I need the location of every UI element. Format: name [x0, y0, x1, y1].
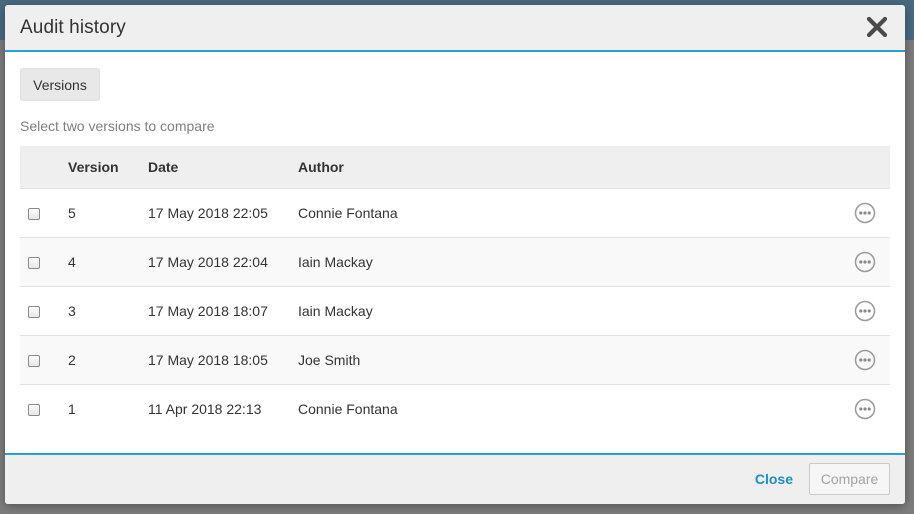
- close-button[interactable]: Close: [755, 471, 793, 487]
- versions-button[interactable]: Versions: [20, 68, 100, 101]
- compare-button[interactable]: Compare: [809, 463, 890, 495]
- row-date: 17 May 2018 22:05: [148, 204, 268, 221]
- header-date[interactable]: Date: [148, 146, 298, 188]
- table-row: 4 17 May 2018 22:04 Iain Mackay: [20, 237, 890, 286]
- header-author[interactable]: Author: [298, 146, 840, 188]
- header-version[interactable]: Version: [68, 146, 148, 188]
- row-author: Joe Smith: [298, 351, 361, 368]
- row-date: 17 May 2018 18:07: [148, 302, 268, 319]
- row-version: 3: [68, 302, 76, 319]
- close-icon[interactable]: [865, 15, 889, 39]
- row-select-checkbox[interactable]: [28, 404, 40, 417]
- row-version: 2: [68, 351, 76, 368]
- row-author: Connie Fontana: [298, 400, 398, 417]
- row-select-checkbox[interactable]: [28, 354, 40, 367]
- dialog-title: Audit history: [20, 17, 126, 38]
- header-actions: [840, 146, 890, 188]
- table-header-row: Version Date Author: [20, 146, 890, 188]
- more-options-icon[interactable]: [854, 202, 876, 224]
- table-row: 1 11 Apr 2018 22:13 Connie Fontana: [20, 384, 890, 433]
- row-author: Connie Fontana: [298, 204, 398, 221]
- row-version: 5: [68, 204, 76, 221]
- more-options-icon[interactable]: [854, 398, 876, 420]
- table-row: 2 17 May 2018 18:05 Joe Smith: [20, 335, 890, 384]
- versions-table: Version Date Author 5 17 May 2018 22:05 …: [20, 146, 890, 433]
- row-author: Iain Mackay: [298, 253, 373, 270]
- row-date: 17 May 2018 22:04: [148, 253, 268, 270]
- row-date: 17 May 2018 18:05: [148, 351, 268, 368]
- dialog-footer: Close Compare: [5, 453, 905, 504]
- more-options-icon[interactable]: [854, 300, 876, 322]
- table-row: 3 17 May 2018 18:07 Iain Mackay: [20, 286, 890, 335]
- row-version: 1: [68, 400, 76, 417]
- more-options-icon[interactable]: [854, 349, 876, 371]
- audit-history-dialog: Audit history Versions Select two versio…: [5, 5, 905, 504]
- row-select-checkbox[interactable]: [28, 305, 40, 318]
- more-options-icon[interactable]: [854, 251, 876, 273]
- row-version: 4: [68, 253, 76, 270]
- compare-hint: Select two versions to compare: [20, 118, 215, 134]
- row-author: Iain Mackay: [298, 302, 373, 319]
- row-date: 11 Apr 2018 22:13: [148, 400, 262, 417]
- table-row: 5 17 May 2018 22:05 Connie Fontana: [20, 188, 890, 237]
- row-select-checkbox[interactable]: [28, 256, 40, 269]
- row-select-checkbox[interactable]: [28, 207, 40, 220]
- header-select: [20, 146, 68, 188]
- dialog-header: Audit history: [5, 5, 905, 52]
